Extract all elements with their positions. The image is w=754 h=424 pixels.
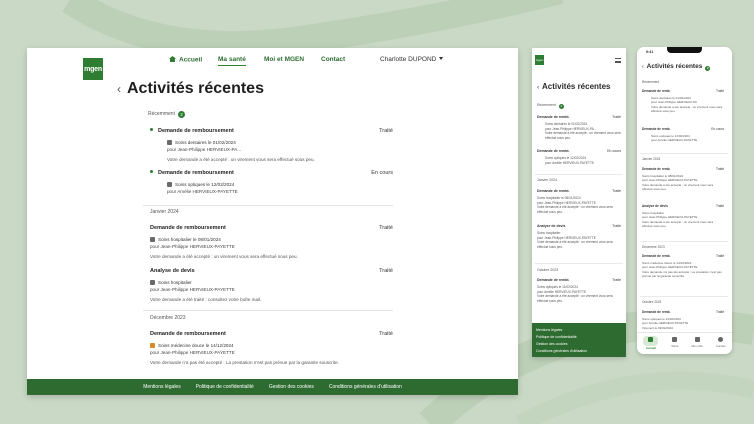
home-icon <box>648 337 654 342</box>
back-chevron-icon[interactable]: ‹ <box>117 82 121 96</box>
site-footer: Mentions légales Politique de confidenti… <box>532 323 626 357</box>
section-month: Janvier 2024 <box>537 178 558 182</box>
mgen-logo[interactable]: mgen <box>83 58 103 80</box>
activity-item[interactable]: Demande de remb. Traité Soins dentaires l… <box>642 89 724 113</box>
recent-count-badge: 2 <box>177 111 185 118</box>
footer-link-mentions[interactable]: Mentions légales <box>143 384 181 390</box>
activity-item[interactable]: Demande de rembt. Traité Soins dentaires … <box>537 115 621 140</box>
status-badge: Traité <box>715 204 724 208</box>
status-badge: Traité <box>612 278 621 282</box>
status-badge: En cours <box>607 149 621 153</box>
section-month: Décembre 2023 <box>150 315 186 321</box>
desktop-screen: mgen Accueil Ma santé Moi et MGEN Contac… <box>27 48 518 395</box>
activity-item[interactable]: Demande de rembt. Traité Soins optiques l… <box>537 278 621 303</box>
status-badge: Traité <box>612 224 621 228</box>
activity-item[interactable]: Demande de remb. Traité Soins hospitalier… <box>642 167 724 191</box>
activity-item[interactable]: Demande de rembt. Traité Soins hospitalie… <box>537 189 621 214</box>
footer-link-privacy[interactable]: Politique de confidentialité <box>196 384 254 390</box>
section-recent: Récemment 2 <box>537 103 564 109</box>
activity-item[interactable]: Demande de remboursement Traité Soins méd… <box>150 331 393 366</box>
tab-accueil[interactable]: Accueil <box>643 335 659 350</box>
warning-icon <box>150 342 155 348</box>
phone-screen: 9:41 ‹ Activités récentes 2 Récemment Dema… <box>637 47 732 354</box>
activity-item[interactable]: Analyse de devis Traité Soins hospitalier… <box>537 224 621 249</box>
status-badge: Traité <box>379 225 393 231</box>
section-recent: Récemment 2 <box>148 111 185 118</box>
tab-sante[interactable]: Santé <box>671 337 679 348</box>
status-badge: Traité <box>715 89 724 93</box>
status-badge: Traité <box>379 268 393 274</box>
section-recent: Récemment <box>642 80 660 84</box>
unread-dot-icon <box>150 128 153 131</box>
section-month: Janvier 2024 <box>642 157 661 161</box>
footer-link-cgu[interactable]: Conditions générales d'utilisation <box>536 348 622 355</box>
section-month: Décembre 2023 <box>642 245 665 249</box>
home-icon <box>169 56 176 62</box>
status-badge: Traité <box>715 254 724 258</box>
back-chevron-icon[interactable]: ‹ <box>642 64 644 70</box>
activity-item[interactable]: Demande de remb. En cours Soins optiques … <box>642 127 724 143</box>
status-badge: Traité <box>612 115 621 119</box>
footer-link-privacy[interactable]: Politique de confidentialité <box>536 334 622 341</box>
footer-link-mentions[interactable]: Mentions légales <box>536 327 622 334</box>
offer-icon <box>694 337 700 342</box>
page-header: ‹ Activités récentes <box>117 80 264 98</box>
activity-item[interactable]: Demande de remboursement En cours Soins o… <box>150 170 393 195</box>
contact-icon <box>718 337 724 342</box>
footer-link-cgu[interactable]: Conditions générales d'utilisation <box>329 384 402 390</box>
section-month: Octobre 2023 <box>537 268 559 272</box>
status-badge: Traité <box>715 167 724 171</box>
site-footer: Mentions légales Politique de confidenti… <box>27 379 518 395</box>
status-badge: Traité <box>612 189 621 193</box>
user-menu[interactable]: Charlotte DUPOND <box>380 56 444 63</box>
phone-notch <box>667 47 702 53</box>
hospital-icon <box>150 279 155 285</box>
recent-count-badge: 2 <box>705 66 711 71</box>
status-badge: Traité <box>379 128 393 134</box>
nav-moi-et-mgen[interactable]: Moi et MGEN <box>264 56 304 65</box>
status-badge: En cours <box>711 127 724 131</box>
activity-item[interactable]: Analyse de devis Traité Soins hospitalier… <box>642 204 724 228</box>
glasses-icon <box>167 181 172 187</box>
page-title: ‹ Activités récentes 2 <box>642 63 711 71</box>
tooth-icon <box>167 139 172 145</box>
page-title: Activités récentes <box>127 80 264 97</box>
back-chevron-icon[interactable]: ‹ <box>537 85 539 91</box>
menu-icon[interactable] <box>615 58 621 63</box>
activity-item[interactable]: Demande de remb. Traité Soins optiques le… <box>642 310 724 330</box>
section-month: Octobre 2023 <box>642 300 662 304</box>
unread-dot-icon <box>150 170 153 173</box>
nav-ma-sante[interactable]: Ma santé <box>218 56 246 66</box>
activity-item[interactable]: Demande de rembt. En cours Soins optiques… <box>537 149 621 165</box>
mgen-logo[interactable]: mgen <box>535 55 544 65</box>
footer-link-cookies[interactable]: Gestion des cookies <box>269 384 314 390</box>
activity-item[interactable]: Demande de remboursement Traité Soins hos… <box>150 225 393 260</box>
status-badge: Traité <box>715 310 724 314</box>
bottom-tab-bar: Accueil Santé Mon offre Contact <box>637 332 732 354</box>
chevron-down-icon <box>439 57 444 60</box>
nav-contact[interactable]: Contact <box>321 56 345 65</box>
status-badge: En cours <box>371 170 393 176</box>
tab-mon-offre[interactable]: Mon offre <box>691 337 703 348</box>
activity-item[interactable]: Demande de remboursement Traité Soins den… <box>150 128 393 163</box>
tab-contact[interactable]: Contact <box>716 337 726 348</box>
health-icon <box>672 337 678 342</box>
tablet-screen: mgen ‹ Activités récentes Récemment 2 Dema… <box>532 48 626 357</box>
status-bar-time: 9:41 <box>646 50 654 54</box>
page-title: ‹ Activités récentes <box>537 82 611 91</box>
nav-accueil[interactable]: Accueil <box>169 56 202 66</box>
recent-count-badge: 2 <box>558 104 564 109</box>
section-month: Janvier 2024 <box>150 209 179 215</box>
hospital-icon <box>150 236 155 242</box>
activity-item[interactable]: Demande de remb. Traité Soins médecine do… <box>642 254 724 278</box>
activity-item[interactable]: Analyse de devis Traité Soins hospitalier… <box>150 268 393 303</box>
status-badge: Traité <box>379 331 393 337</box>
footer-link-cookies[interactable]: Gestion des cookies <box>536 341 622 348</box>
